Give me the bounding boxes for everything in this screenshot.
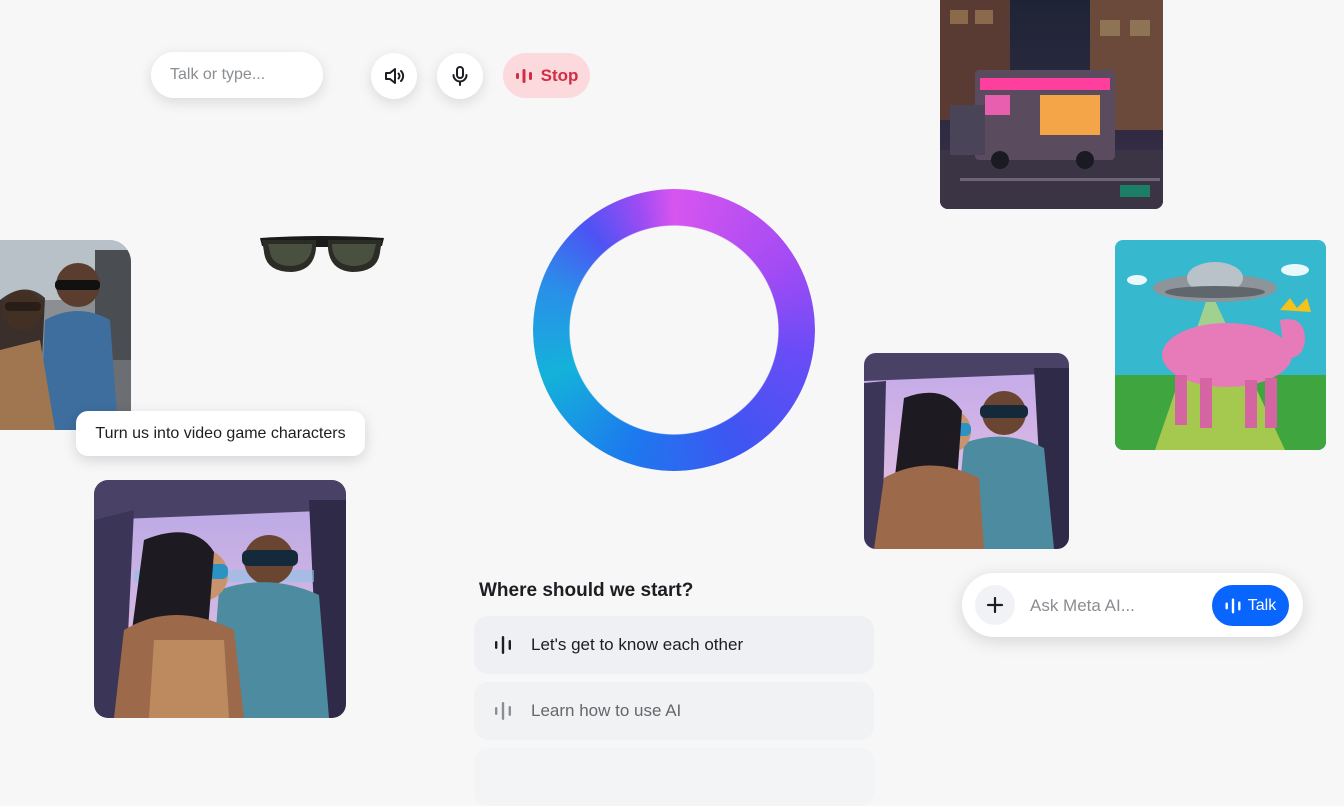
ask-meta-ai-bar: Ask Meta AI... Talk — [962, 573, 1303, 637]
talk-or-type-input[interactable]: Talk or type... — [151, 52, 323, 98]
stop-button[interactable]: Stop — [503, 53, 590, 98]
cow-ufo-image — [1115, 240, 1326, 450]
prompt-bubble: Turn us into video game characters — [76, 411, 365, 456]
talk-or-type-placeholder: Talk or type... — [170, 66, 266, 83]
suggestions-title: Where should we start? — [479, 580, 694, 601]
meta-ai-ring — [533, 189, 815, 471]
suggestion-label: Learn how to use AI — [531, 701, 682, 720]
talk-label: Talk — [1247, 596, 1277, 614]
food-truck-image — [940, 0, 1163, 209]
talk-button[interactable]: Talk — [1212, 585, 1289, 626]
waveform-icon — [1225, 598, 1241, 613]
plus-icon — [986, 596, 1004, 614]
ask-meta-ai-input[interactable]: Ask Meta AI... — [1030, 596, 1135, 616]
suggestion-label: Let's get to know each other — [531, 635, 744, 654]
sunglasses-image — [258, 234, 386, 276]
waveform-icon — [515, 68, 532, 83]
couple-car-photo — [0, 240, 131, 430]
speaker-button[interactable] — [371, 53, 417, 99]
add-button[interactable] — [975, 585, 1015, 625]
waveform-icon — [495, 636, 511, 654]
prompt-bubble-text: Turn us into video game characters — [95, 424, 346, 442]
video-game-characters-image — [94, 480, 346, 718]
speaker-icon — [385, 68, 405, 84]
microphone-icon — [452, 66, 468, 86]
ask-meta-ai-placeholder: Ask Meta AI... — [1030, 596, 1135, 615]
waveform-icon — [495, 702, 511, 720]
suggestion-item-learn-ai[interactable]: Learn how to use AI — [474, 682, 874, 740]
video-game-characters-image-2 — [864, 353, 1069, 549]
suggestion-item-more[interactable] — [474, 748, 874, 806]
suggestion-item-get-to-know[interactable]: Let's get to know each other — [474, 616, 874, 674]
microphone-button[interactable] — [437, 53, 483, 99]
stop-label: Stop — [540, 65, 579, 85]
